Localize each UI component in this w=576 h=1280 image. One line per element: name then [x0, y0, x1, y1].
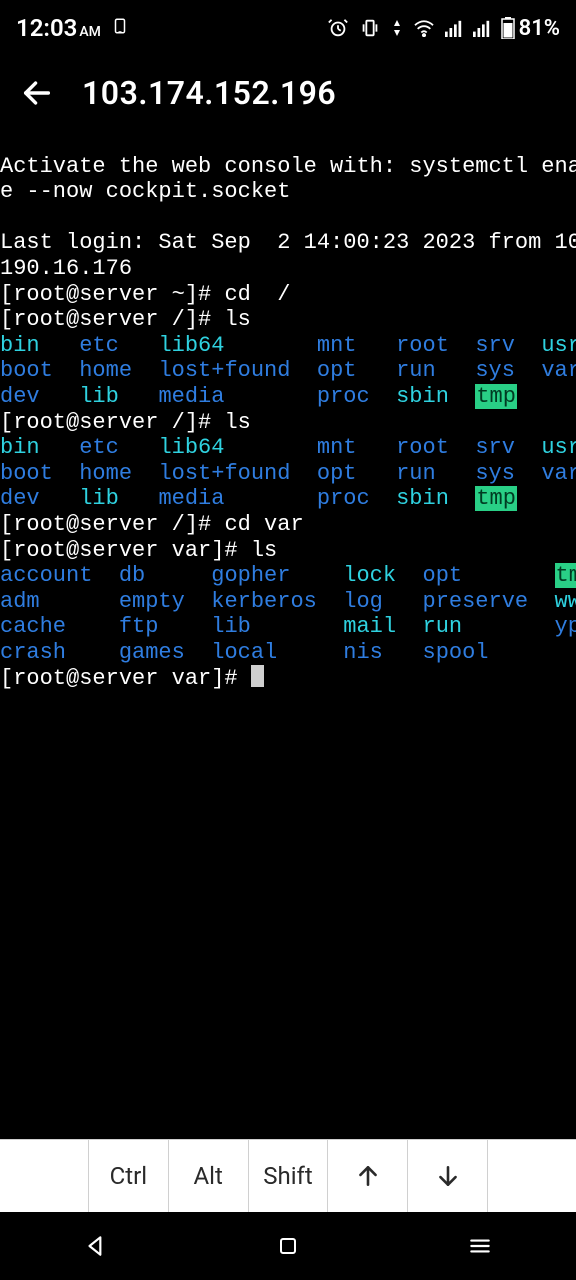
ls-output-row: crash games local nis spool [0, 640, 489, 665]
nav-home-icon[interactable] [276, 1234, 300, 1258]
android-nav-bar [0, 1212, 576, 1280]
last-login: Last login: Sat Sep 2 14:00:23 2023 from… [0, 230, 576, 255]
ls-output-row: bin etc lib64 mnt root srv usr [0, 435, 576, 460]
notification-icon [111, 16, 129, 41]
ls-output-row: boot home lost+found opt run sys var [0, 461, 576, 486]
prompt: [root@server ~]# cd / [0, 282, 290, 307]
shift-button[interactable]: Shift [249, 1140, 329, 1212]
arrow-up-button[interactable] [328, 1140, 408, 1212]
vibrate-icon [359, 17, 381, 39]
data-icon [391, 18, 403, 38]
android-status-bar: 12:03AM [0, 0, 576, 56]
ls-output-row: boot home lost+found opt run sys var [0, 358, 576, 383]
ls-output-row: dev lib media proc sbin tmp [0, 384, 517, 409]
ls-output-row: adm empty kerberos log preserve www [0, 589, 576, 614]
motd-line: e --now cockpit.socket [0, 179, 290, 204]
back-icon[interactable] [20, 76, 54, 110]
prompt: [root@server /]# cd var [0, 512, 304, 537]
nav-back-icon[interactable] [83, 1233, 109, 1259]
cursor [251, 665, 264, 687]
terminal[interactable]: Activate the web console with: systemctl… [0, 122, 576, 692]
ls-output-row: account db gopher lock opt tmp [0, 563, 576, 588]
kb-spacer [488, 1140, 576, 1212]
signal-icon [445, 19, 463, 37]
page-title: 103.174.152.196 [82, 74, 336, 112]
nav-recent-icon[interactable] [467, 1233, 493, 1259]
last-login: 190.16.176 [0, 256, 132, 281]
ls-output-row: dev lib media proc sbin tmp [0, 486, 517, 511]
prompt: [root@server var]# [0, 666, 264, 691]
app-header: 103.174.152.196 [0, 56, 576, 122]
ctrl-button[interactable]: Ctrl [89, 1140, 169, 1212]
prompt: [root@server var]# ls [0, 538, 277, 563]
status-right: 81% [327, 16, 560, 41]
keyboard-modifier-bar: Ctrl Alt Shift [0, 1139, 576, 1212]
alt-button[interactable]: Alt [169, 1140, 249, 1212]
battery-pct: 81% [519, 16, 560, 41]
prompt: [root@server /]# ls [0, 410, 251, 435]
arrow-down-button[interactable] [408, 1140, 488, 1212]
battery-indicator: 81% [501, 16, 560, 41]
prompt: [root@server /]# ls [0, 307, 251, 332]
kb-spacer [0, 1140, 89, 1212]
signal-icon-2 [473, 19, 491, 37]
ls-output-row: cache ftp lib mail run yp [0, 614, 576, 639]
wifi-icon [413, 19, 435, 37]
clock: 12:03AM [16, 14, 101, 42]
status-left: 12:03AM [16, 14, 129, 42]
motd-line: Activate the web console with: systemctl… [0, 154, 576, 179]
alarm-icon [327, 17, 349, 39]
ls-output-row: bin etc lib64 mnt root srv usr [0, 333, 576, 358]
